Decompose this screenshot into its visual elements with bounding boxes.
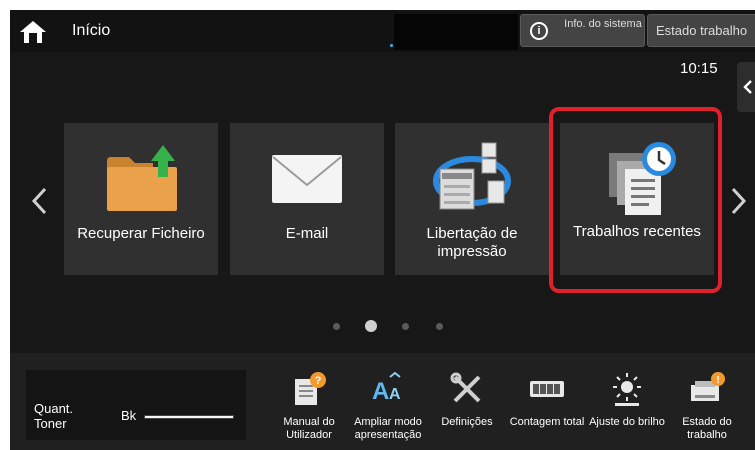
job-status-shortcut-button[interactable]: ! Estado do trabalho — [673, 361, 741, 449]
clock: 10:15 — [680, 60, 718, 77]
home-screen: Início i Info. do sistema Estado trabalh… — [10, 10, 755, 450]
chevron-left-icon — [743, 80, 752, 94]
button-label: Estado do trabalho — [682, 416, 732, 441]
settings-tools-icon — [449, 371, 485, 407]
toner-label: Quant. Toner — [34, 401, 74, 431]
tile-label: Recuperar Ficheiro — [77, 225, 205, 242]
chevron-left-icon — [31, 187, 47, 215]
side-panel-tab[interactable] — [737, 62, 755, 112]
tile-libertacao-impressao[interactable]: Libertação de impressão — [395, 123, 549, 275]
toner-level-bar — [144, 415, 234, 419]
page-dot[interactable] — [402, 323, 409, 330]
user-manual-button[interactable]: ? Manual do Utilizador — [275, 361, 343, 449]
toner-level-fill — [145, 416, 233, 418]
tile-email[interactable]: E-mail — [230, 123, 384, 275]
folder-retrieve-icon — [101, 141, 181, 216]
svg-text:A: A — [389, 386, 401, 403]
system-info-button[interactable]: i Info. do sistema — [520, 14, 645, 47]
bottom-bar: Quant. Toner Bk ? Manual do Utilizador A… — [10, 353, 755, 450]
counter-icon — [529, 371, 565, 407]
home-icon[interactable] — [18, 18, 48, 46]
svg-text:!: ! — [716, 375, 719, 386]
info-icon: i — [530, 22, 548, 40]
brightness-icon — [609, 371, 645, 407]
previous-page-arrow[interactable] — [30, 186, 50, 216]
toner-status: Quant. Toner Bk — [26, 370, 246, 440]
page-indicator — [329, 319, 449, 333]
top-bar: Início i Info. do sistema Estado trabalh… — [10, 10, 755, 52]
settings-button[interactable]: Definições — [433, 361, 501, 449]
manual-icon: ? — [291, 371, 327, 407]
job-status-button[interactable]: Estado trabalho — [647, 14, 755, 47]
system-info-label: Info. do sistema — [564, 18, 642, 30]
next-page-arrow[interactable] — [728, 186, 748, 216]
button-label: Ajuste do brilho — [589, 416, 665, 428]
svg-text:A: A — [372, 378, 389, 405]
brightness-button[interactable]: Ajuste do brilho — [589, 361, 665, 449]
chevron-right-icon — [731, 187, 747, 215]
button-label: Ampliar modo apresentação — [354, 416, 422, 441]
envelope-icon — [267, 141, 347, 216]
page-dot-active[interactable] — [365, 320, 377, 332]
enlarge-text-icon: A A — [370, 371, 406, 407]
tile-label: E-mail — [285, 225, 329, 242]
button-label: Definições — [441, 416, 493, 428]
status-dot — [390, 44, 393, 47]
job-status-icon: ! — [689, 371, 725, 407]
toner-color-label: Bk — [121, 408, 137, 423]
button-label: Manual do Utilizador — [283, 416, 335, 441]
enlarge-display-button[interactable]: A A Ampliar modo apresentação — [354, 361, 422, 449]
total-count-button[interactable]: Contagem total — [510, 361, 584, 449]
highlight-frame — [549, 107, 722, 293]
message-area — [390, 14, 518, 50]
button-label: Contagem total — [509, 416, 585, 428]
page-title: Início — [72, 22, 111, 39]
page-dot[interactable] — [333, 323, 340, 330]
print-release-icon — [432, 141, 512, 216]
page-dot[interactable] — [436, 323, 443, 330]
svg-text:?: ? — [315, 375, 322, 387]
tile-recuperar-ficheiro[interactable]: Recuperar Ficheiro — [64, 123, 218, 275]
tile-label: Libertação de impressão — [426, 225, 518, 260]
